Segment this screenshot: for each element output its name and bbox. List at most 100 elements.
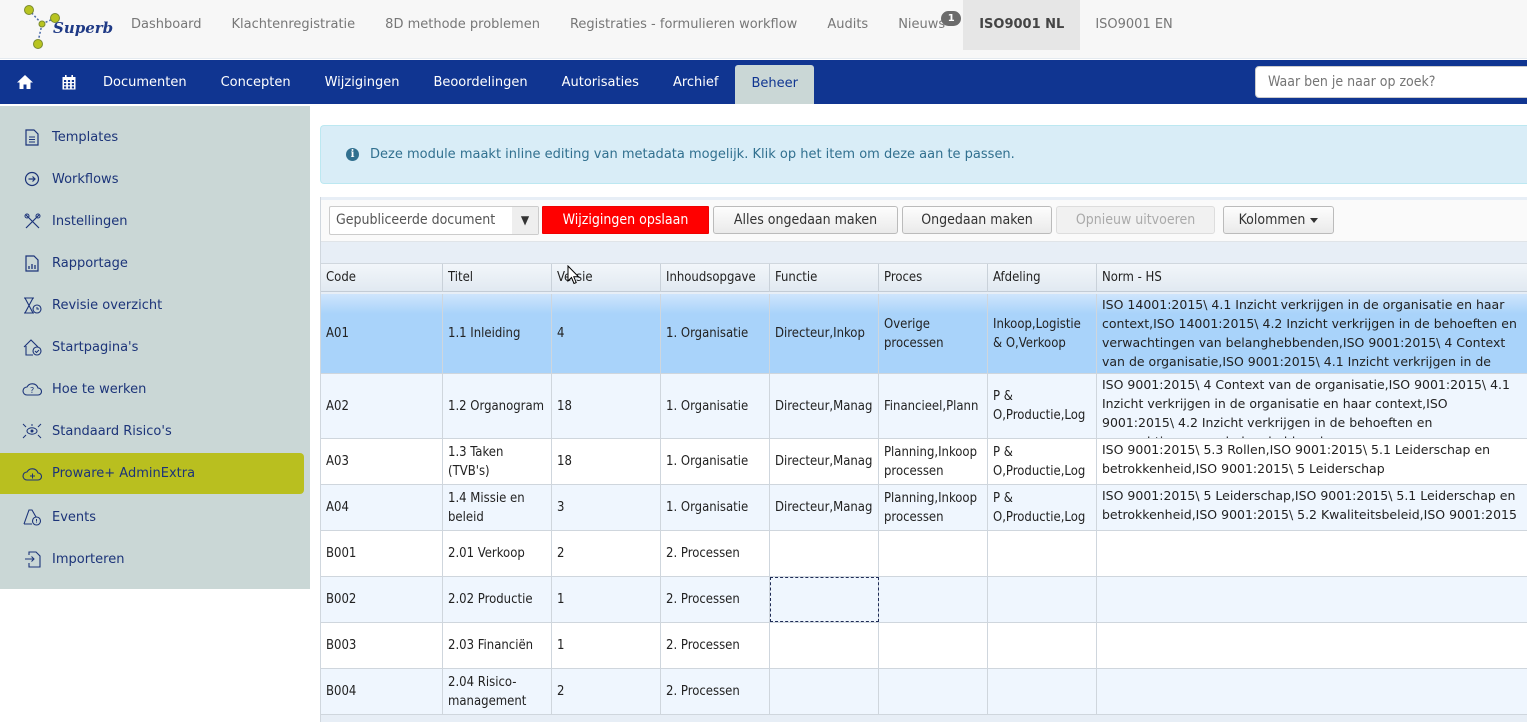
cell-versie[interactable]: 1 <box>552 623 661 668</box>
table-row[interactable]: A03 1.3 Taken (TVB's) 18 1. Organisatie Dire… <box>321 439 1527 485</box>
cell-titel[interactable]: 1.4 Missie en beleid <box>443 485 552 530</box>
table-row[interactable]: B002 2.02 Productie 1 2. Processen <box>321 577 1527 623</box>
top-nav-iso9001-en[interactable]: ISO9001 EN <box>1080 0 1187 50</box>
cell-afdeling[interactable]: P & O,Productie,Log <box>988 374 1097 438</box>
cell-versie[interactable]: 2 <box>552 669 661 714</box>
cell-proces[interactable] <box>879 577 988 622</box>
cell-functie[interactable]: Directeur,Inkop <box>770 294 879 373</box>
cell-norm-hs[interactable]: ISO 9001:2015\ 4 Context van de organisa… <box>1097 374 1527 438</box>
sidebar-item-events[interactable]: Events <box>0 496 304 538</box>
top-nav-8d-methode[interactable]: 8D methode problemen <box>370 0 555 50</box>
cell-titel[interactable]: 2.04 Risico-management <box>443 669 552 714</box>
cell-code[interactable]: B002 <box>321 577 443 622</box>
table-row[interactable]: A02 1.2 Organogram 18 1. Organisatie Directe… <box>321 374 1527 439</box>
cell-afdeling[interactable] <box>988 577 1097 622</box>
cell-afdeling[interactable] <box>988 623 1097 668</box>
sidebar-item-workflows[interactable]: Workflows <box>0 158 304 200</box>
cell-titel[interactable]: 2.03 Financiën <box>443 623 552 668</box>
cell-inhoudsopgave[interactable]: 1. Organisatie <box>661 374 770 438</box>
cell-functie[interactable]: Directeur,Manag <box>770 374 879 438</box>
cell-afdeling[interactable] <box>988 669 1097 714</box>
cell-versie[interactable]: 3 <box>552 485 661 530</box>
column-header-afdeling[interactable]: Afdeling <box>988 264 1097 292</box>
cell-norm-hs[interactable] <box>1097 623 1527 668</box>
cell-code[interactable]: A03 <box>321 439 443 484</box>
sidebar-item-standaard-risicos[interactable]: Standaard Risico's <box>0 410 304 452</box>
cell-titel[interactable]: 1.3 Taken (TVB's) <box>443 439 552 484</box>
column-header-inhoudsopgave[interactable]: Inhoudsopgave <box>661 264 770 292</box>
cell-code[interactable]: A02 <box>321 374 443 438</box>
table-row[interactable]: A04 1.4 Missie en beleid 3 1. Organisatie Di… <box>321 485 1527 531</box>
cell-versie[interactable]: 1 <box>552 577 661 622</box>
cell-inhoudsopgave[interactable]: 2. Processen <box>661 669 770 714</box>
cell-inhoudsopgave[interactable]: 1. Organisatie <box>661 439 770 484</box>
table-row[interactable]: B003 2.03 Financiën 1 2. Processen <box>321 623 1527 669</box>
cell-proces[interactable] <box>879 669 988 714</box>
main-nav-wijzigingen[interactable]: Wijzigingen <box>308 60 417 104</box>
top-nav-klachtenregistratie[interactable]: Klachtenregistratie <box>217 0 371 50</box>
cell-code[interactable]: B003 <box>321 623 443 668</box>
cell-code[interactable]: A01 <box>321 294 443 373</box>
main-nav-beoordelingen[interactable]: Beoordelingen <box>416 60 544 104</box>
sidebar-item-startpaginas[interactable]: Startpagina's <box>0 326 304 368</box>
cell-norm-hs[interactable] <box>1097 531 1527 576</box>
cell-proces[interactable]: Overige processen <box>879 294 988 373</box>
cell-titel[interactable]: 1.2 Organogram <box>443 374 552 438</box>
column-header-functie[interactable]: Functie <box>770 264 879 292</box>
cell-norm-hs[interactable] <box>1097 577 1527 622</box>
sidebar-item-templates[interactable]: Templates <box>0 116 304 158</box>
cell-functie[interactable] <box>770 669 879 714</box>
top-nav-iso9001-nl[interactable]: ISO9001 NL <box>963 0 1081 50</box>
undo-all-button[interactable]: Alles ongedaan maken <box>713 206 898 234</box>
cell-versie[interactable]: 2 <box>552 531 661 576</box>
cell-proces[interactable] <box>879 531 988 576</box>
save-changes-button[interactable]: Wijzigingen opslaan <box>542 206 709 234</box>
cell-versie[interactable]: 18 <box>552 439 661 484</box>
undo-button[interactable]: Ongedaan maken <box>902 206 1052 234</box>
sidebar-item-instellingen[interactable]: Instellingen <box>0 200 304 242</box>
cell-proces[interactable] <box>879 623 988 668</box>
cell-functie[interactable] <box>770 531 879 576</box>
cell-functie[interactable] <box>770 623 879 668</box>
cell-inhoudsopgave[interactable]: 1. Organisatie <box>661 294 770 373</box>
cell-afdeling[interactable] <box>988 531 1097 576</box>
table-row[interactable]: A01 1.1 Inleiding 4 1. Organisatie Directeur… <box>321 294 1527 374</box>
main-nav-archief[interactable]: Archief <box>656 60 736 104</box>
redo-button[interactable]: Opnieuw uitvoeren <box>1056 206 1215 234</box>
table-row[interactable]: B001 2.01 Verkoop 2 2. Processen <box>321 531 1527 577</box>
column-header-code[interactable]: Code <box>321 264 443 292</box>
top-nav-dashboard[interactable]: Dashboard <box>116 0 217 50</box>
top-nav-registraties[interactable]: Registraties - formulieren workflow <box>555 0 812 50</box>
sidebar-item-hoe-te-werken[interactable]: ? Hoe te werken <box>0 368 304 410</box>
columns-dropdown-button[interactable]: Kolommen <box>1223 206 1334 234</box>
calendar-button[interactable] <box>50 60 86 104</box>
cell-proces[interactable]: Planning,Inkoop processen <box>879 439 988 484</box>
cell-inhoudsopgave[interactable]: 2. Processen <box>661 531 770 576</box>
cell-afdeling[interactable]: P & O,Productie,Log <box>988 439 1097 484</box>
cell-inhoudsopgave[interactable]: 1. Organisatie <box>661 485 770 530</box>
cell-afdeling[interactable]: Inkoop,Logistie & O,Verkoop <box>988 294 1097 373</box>
superb-logo[interactable]: Superb <box>22 4 113 52</box>
cell-norm-hs[interactable]: ISO 9001:2015\ 5.3 Rollen,ISO 9001:2015\… <box>1097 439 1527 484</box>
cell-versie[interactable]: 18 <box>552 374 661 438</box>
cell-norm-hs[interactable] <box>1097 669 1527 714</box>
cell-inhoudsopgave[interactable]: 2. Processen <box>661 577 770 622</box>
sidebar-item-proware-adminextra[interactable]: Proware+ AdminExtra <box>0 453 304 494</box>
cell-norm-hs[interactable]: ISO 14001:2015\ 4.1 Inzicht verkrijgen i… <box>1097 294 1527 373</box>
sidebar-item-importeren[interactable]: Importeren <box>0 538 304 580</box>
column-header-titel[interactable]: Titel <box>443 264 552 292</box>
cell-functie[interactable] <box>770 577 879 622</box>
column-header-norm-hs[interactable]: Norm - HS <box>1097 264 1527 292</box>
search-input[interactable] <box>1255 66 1527 98</box>
cell-code[interactable]: B004 <box>321 669 443 714</box>
cell-code[interactable]: A04 <box>321 485 443 530</box>
cell-versie[interactable]: 4 <box>552 294 661 373</box>
cell-functie[interactable]: Directeur,Manag <box>770 485 879 530</box>
cell-titel[interactable]: 1.1 Inleiding <box>443 294 552 373</box>
cell-functie[interactable]: Directeur,Manag <box>770 439 879 484</box>
document-type-select[interactable]: Gepubliceerde document ▼ <box>329 206 539 235</box>
cell-inhoudsopgave[interactable]: 2. Processen <box>661 623 770 668</box>
main-nav-autorisaties[interactable]: Autorisaties <box>545 60 656 104</box>
sidebar-item-revisie-overzicht[interactable]: Revisie overzicht <box>0 284 304 326</box>
table-row[interactable]: B004 2.04 Risico-management 2 2. Processen <box>321 669 1527 715</box>
